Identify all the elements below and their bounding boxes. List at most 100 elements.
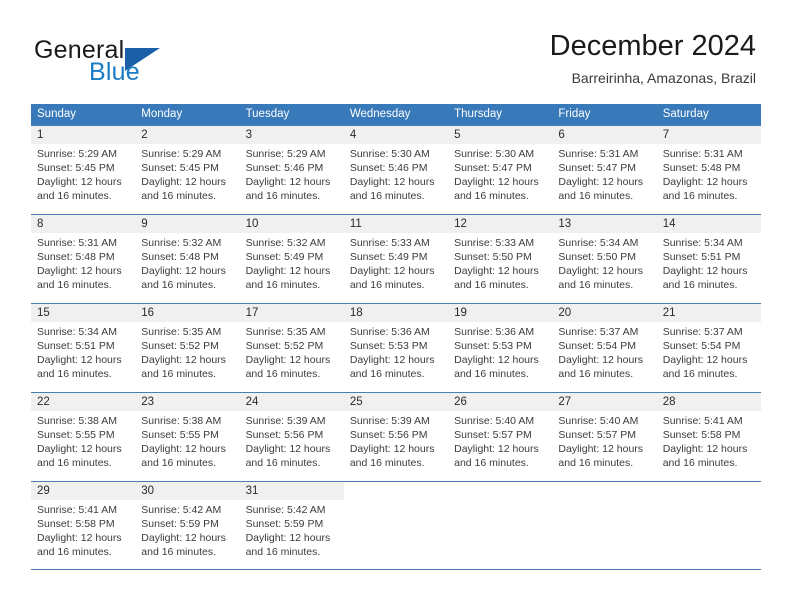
day-cell-empty: [552, 482, 657, 569]
sunset-text: Sunset: 5:57 PM: [454, 429, 532, 442]
day-details: Sunrise: 5:29 AM Sunset: 5:46 PM Dayligh…: [240, 144, 344, 203]
day-cell[interactable]: 21 Sunrise: 5:37 AM Sunset: 5:54 PM Dayl…: [656, 304, 761, 392]
day-cell[interactable]: 9 Sunrise: 5:32 AM Sunset: 5:48 PM Dayli…: [135, 215, 240, 303]
sunset-text: Sunset: 5:55 PM: [141, 429, 219, 442]
daylight-text-line2: and 16 minutes.: [349, 457, 425, 470]
day-number: [552, 482, 657, 500]
daylight-text-line2: and 16 minutes.: [245, 368, 321, 381]
day-details: Sunrise: 5:31 AM Sunset: 5:48 PM Dayligh…: [657, 144, 761, 203]
day-number: 24: [239, 393, 344, 411]
day-number: 31: [239, 482, 344, 500]
general-blue-logo[interactable]: General Blue: [34, 36, 234, 92]
day-cell[interactable]: 24 Sunrise: 5:39 AM Sunset: 5:56 PM Dayl…: [239, 393, 344, 481]
daylight-text-line1: Daylight: 12 hours: [245, 443, 331, 456]
daylight-text-line2: and 16 minutes.: [37, 368, 112, 381]
day-number: 21: [656, 304, 761, 322]
sunrise-text: Sunrise: 5:34 AM: [37, 326, 117, 338]
day-number: [448, 482, 553, 500]
day-cell[interactable]: 26 Sunrise: 5:40 AM Sunset: 5:57 PM Dayl…: [448, 393, 553, 481]
day-cell[interactable]: 25 Sunrise: 5:39 AM Sunset: 5:56 PM Dayl…: [343, 393, 449, 481]
day-cell[interactable]: 31 Sunrise: 5:42 AM Sunset: 5:59 PM Dayl…: [239, 482, 344, 569]
sunrise-text: Sunrise: 5:41 AM: [37, 504, 117, 516]
sunrise-text: Sunrise: 5:31 AM: [662, 148, 743, 160]
location-subtitle: Barreirinha, Amazonas, Brazil: [571, 70, 756, 86]
day-details: Sunrise: 5:32 AM Sunset: 5:48 PM Dayligh…: [135, 233, 239, 292]
day-details: Sunrise: 5:41 AM Sunset: 5:58 PM Dayligh…: [31, 500, 135, 559]
day-cell[interactable]: 27 Sunrise: 5:40 AM Sunset: 5:57 PM Dayl…: [552, 393, 657, 481]
sunrise-text: Sunrise: 5:33 AM: [454, 237, 535, 249]
sunrise-text: Sunrise: 5:37 AM: [558, 326, 639, 338]
day-cell[interactable]: 12 Sunrise: 5:33 AM Sunset: 5:50 PM Dayl…: [448, 215, 553, 303]
day-number: 3: [239, 126, 344, 144]
weekday-header-row: Sunday Monday Tuesday Wednesday Thursday…: [31, 104, 761, 125]
day-cell[interactable]: 17 Sunrise: 5:35 AM Sunset: 5:52 PM Dayl…: [239, 304, 344, 392]
day-details: Sunrise: 5:31 AM Sunset: 5:47 PM Dayligh…: [552, 144, 656, 203]
daylight-text-line2: and 16 minutes.: [558, 190, 634, 203]
weekday-header-saturday: Saturday: [662, 108, 709, 120]
day-details: Sunrise: 5:38 AM Sunset: 5:55 PM Dayligh…: [135, 411, 239, 470]
day-cell[interactable]: 29 Sunrise: 5:41 AM Sunset: 5:58 PM Dayl…: [31, 482, 136, 569]
daylight-text-line1: Daylight: 12 hours: [558, 176, 644, 189]
day-details: Sunrise: 5:34 AM Sunset: 5:50 PM Dayligh…: [552, 233, 656, 292]
daylight-text-line2: and 16 minutes.: [37, 279, 112, 292]
sunrise-text: Sunrise: 5:38 AM: [141, 415, 222, 427]
page-title: December 2024: [549, 30, 756, 62]
day-cell[interactable]: 28 Sunrise: 5:41 AM Sunset: 5:58 PM Dayl…: [656, 393, 761, 481]
day-details: Sunrise: 5:30 AM Sunset: 5:46 PM Dayligh…: [344, 144, 448, 203]
day-cell-empty: [656, 482, 761, 569]
day-cell[interactable]: 13 Sunrise: 5:34 AM Sunset: 5:50 PM Dayl…: [552, 215, 657, 303]
sunset-text: Sunset: 5:50 PM: [454, 251, 532, 264]
day-cell[interactable]: 8 Sunrise: 5:31 AM Sunset: 5:48 PM Dayli…: [31, 215, 136, 303]
sunset-text: Sunset: 5:54 PM: [662, 340, 741, 353]
day-cell[interactable]: 3 Sunrise: 5:29 AM Sunset: 5:46 PM Dayli…: [239, 126, 344, 214]
day-number: 4: [343, 126, 449, 144]
day-cell[interactable]: 11 Sunrise: 5:33 AM Sunset: 5:49 PM Dayl…: [343, 215, 449, 303]
daylight-text-line1: Daylight: 12 hours: [454, 443, 539, 456]
day-cell[interactable]: 14 Sunrise: 5:34 AM Sunset: 5:51 PM Dayl…: [656, 215, 761, 303]
day-number: 9: [135, 215, 240, 233]
day-number: 12: [448, 215, 553, 233]
day-cell[interactable]: 1 Sunrise: 5:29 AM Sunset: 5:45 PM Dayli…: [31, 126, 136, 214]
sunset-text: Sunset: 5:55 PM: [37, 429, 115, 442]
sunrise-text: Sunrise: 5:42 AM: [141, 504, 222, 516]
day-cell[interactable]: 5 Sunrise: 5:30 AM Sunset: 5:47 PM Dayli…: [448, 126, 553, 214]
sunset-text: Sunset: 5:45 PM: [37, 162, 115, 175]
sunrise-text: Sunrise: 5:29 AM: [141, 148, 222, 160]
day-cell[interactable]: 20 Sunrise: 5:37 AM Sunset: 5:54 PM Dayl…: [552, 304, 657, 392]
sunset-text: Sunset: 5:51 PM: [37, 340, 115, 353]
day-cell[interactable]: 16 Sunrise: 5:35 AM Sunset: 5:52 PM Dayl…: [135, 304, 240, 392]
day-cell[interactable]: 10 Sunrise: 5:32 AM Sunset: 5:49 PM Dayl…: [239, 215, 344, 303]
day-cell[interactable]: 22 Sunrise: 5:38 AM Sunset: 5:55 PM Dayl…: [31, 393, 136, 481]
day-number: 16: [135, 304, 240, 322]
sunrise-text: Sunrise: 5:33 AM: [349, 237, 430, 249]
sunset-text: Sunset: 5:48 PM: [37, 251, 115, 264]
daylight-text-line2: and 16 minutes.: [37, 190, 112, 203]
day-cell[interactable]: 19 Sunrise: 5:36 AM Sunset: 5:53 PM Dayl…: [448, 304, 553, 392]
daylight-text-line1: Daylight: 12 hours: [558, 354, 644, 367]
day-cell[interactable]: 4 Sunrise: 5:30 AM Sunset: 5:46 PM Dayli…: [343, 126, 449, 214]
daylight-text-line1: Daylight: 12 hours: [558, 443, 644, 456]
daylight-text-line1: Daylight: 12 hours: [141, 443, 226, 456]
sunrise-text: Sunrise: 5:42 AM: [245, 504, 326, 516]
daylight-text-line2: and 16 minutes.: [245, 190, 321, 203]
day-cell[interactable]: 15 Sunrise: 5:34 AM Sunset: 5:51 PM Dayl…: [31, 304, 136, 392]
day-cell[interactable]: 2 Sunrise: 5:29 AM Sunset: 5:45 PM Dayli…: [135, 126, 240, 214]
day-cell[interactable]: 23 Sunrise: 5:38 AM Sunset: 5:55 PM Dayl…: [135, 393, 240, 481]
sunset-text: Sunset: 5:47 PM: [558, 162, 637, 175]
daylight-text-line2: and 16 minutes.: [454, 457, 529, 470]
day-cell[interactable]: 30 Sunrise: 5:42 AM Sunset: 5:59 PM Dayl…: [135, 482, 240, 569]
day-cell[interactable]: 18 Sunrise: 5:36 AM Sunset: 5:53 PM Dayl…: [343, 304, 449, 392]
sunset-text: Sunset: 5:49 PM: [349, 251, 428, 264]
day-cell[interactable]: 6 Sunrise: 5:31 AM Sunset: 5:47 PM Dayli…: [552, 126, 657, 214]
calendar-page: General Blue December 2024 Barreirinha, …: [0, 0, 792, 612]
calendar-grid: Sunday Monday Tuesday Wednesday Thursday…: [31, 104, 761, 570]
day-cell-empty: [448, 482, 553, 569]
daylight-text-line2: and 16 minutes.: [454, 279, 529, 292]
weekday-header-thursday: Thursday: [454, 108, 503, 120]
sunset-text: Sunset: 5:58 PM: [662, 429, 741, 442]
day-details: Sunrise: 5:33 AM Sunset: 5:50 PM Dayligh…: [448, 233, 552, 292]
sunrise-text: Sunrise: 5:34 AM: [662, 237, 743, 249]
day-cell[interactable]: 7 Sunrise: 5:31 AM Sunset: 5:48 PM Dayli…: [656, 126, 761, 214]
sunrise-text: Sunrise: 5:41 AM: [662, 415, 743, 427]
title-block: December 2024 Barreirinha, Amazonas, Bra…: [550, 28, 756, 88]
